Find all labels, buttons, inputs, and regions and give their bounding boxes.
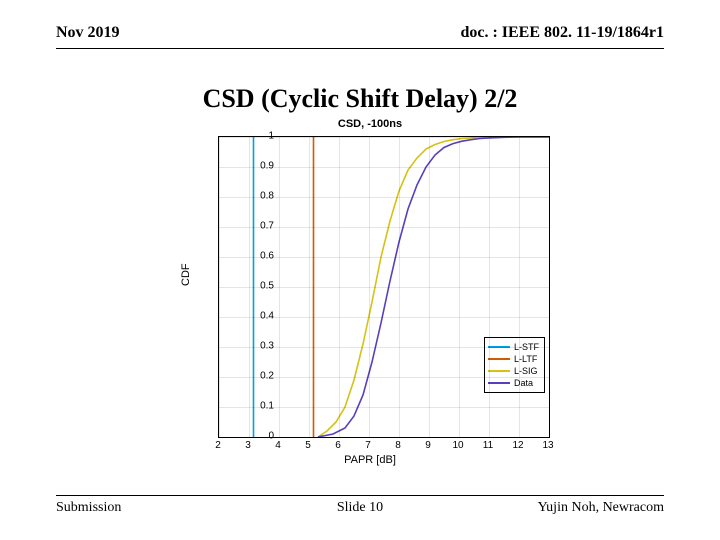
grid-line (429, 137, 430, 437)
legend-label: L-LTF (514, 354, 537, 364)
grid-line (519, 137, 520, 437)
slide-page: Nov 2019 doc. : IEEE 802. 11-19/1864r1 C… (0, 0, 720, 540)
xtick-label: 10 (443, 440, 473, 451)
ytick-label: 0.3 (224, 341, 274, 352)
ytick-label: 0.1 (224, 401, 274, 412)
slide-header: Nov 2019 doc. : IEEE 802. 11-19/1864r1 (56, 24, 664, 49)
chart-xlabel: PAPR [dB] (174, 454, 566, 466)
header-docnum: doc. : IEEE 802. 11-19/1864r1 (460, 24, 664, 42)
legend-row: L-SIG (488, 365, 539, 377)
grid-line (489, 137, 490, 437)
xtick-label: 6 (323, 440, 353, 451)
xtick-label: 5 (293, 440, 323, 451)
xtick-label: 8 (383, 440, 413, 451)
ytick-label: 0.4 (224, 311, 274, 322)
ytick-label: 0.2 (224, 371, 274, 382)
footer-center: Slide 10 (56, 500, 664, 516)
grid-line (279, 137, 280, 437)
xtick-label: 11 (473, 440, 503, 451)
legend-swatch (488, 382, 510, 384)
grid-line (339, 137, 340, 437)
legend-label: Data (514, 378, 533, 388)
ytick-label: 0.9 (224, 161, 274, 172)
grid-line (369, 137, 370, 437)
xtick-label: 2 (203, 440, 233, 451)
ytick-label: 0.6 (224, 251, 274, 262)
xtick-label: 7 (353, 440, 383, 451)
legend-label: L-SIG (514, 366, 538, 376)
ytick-label: 0.7 (224, 221, 274, 232)
xtick-label: 4 (263, 440, 293, 451)
chart-ylabel: CDF (180, 263, 192, 286)
ytick-label: 0.5 (224, 281, 274, 292)
grid-line (459, 137, 460, 437)
ytick-label: 0.8 (224, 191, 274, 202)
legend-row: L-LTF (488, 353, 539, 365)
grid-line (219, 137, 220, 437)
slide-title: CSD (Cyclic Shift Delay) 2/2 (0, 84, 720, 114)
grid-line (399, 137, 400, 437)
legend-swatch (488, 370, 510, 372)
legend-row: Data (488, 377, 539, 389)
xtick-label: 9 (413, 440, 443, 451)
grid-line (549, 137, 550, 437)
chart-title: CSD, -100ns (174, 118, 566, 130)
xtick-label: 13 (533, 440, 563, 451)
grid-line (309, 137, 310, 437)
xtick-label: 12 (503, 440, 533, 451)
slide-footer: Submission Slide 10 Yujin Noh, Newracom (56, 495, 664, 516)
xtick-label: 3 (233, 440, 263, 451)
chart-legend: L-STFL-LTFL-SIGData (484, 337, 545, 393)
ytick-label: 1 (224, 131, 274, 142)
legend-swatch (488, 358, 510, 360)
chart-container: CSD, -100ns CDF L-STFL-LTFL-SIGData PAPR… (174, 118, 566, 468)
header-date: Nov 2019 (56, 24, 120, 42)
